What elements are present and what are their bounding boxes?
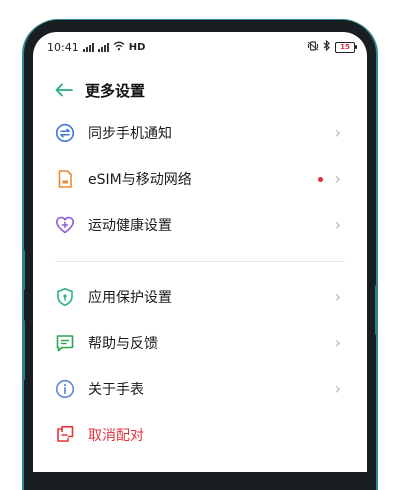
chevron-right-icon: ›: [334, 379, 341, 398]
heart-plus-icon: [55, 215, 75, 235]
chevron-right-icon: ›: [334, 215, 341, 234]
sim-card-icon: [55, 169, 75, 189]
wifi-icon: [113, 41, 125, 54]
signal-icon: [97, 42, 109, 52]
unpair-icon: [55, 425, 75, 445]
settings-item-label: 应用保护设置: [88, 290, 172, 306]
shield-icon: [55, 287, 75, 307]
status-bar: 10:41 HD 15: [47, 39, 357, 55]
notification-badge: [318, 176, 323, 182]
side-button: [22, 320, 25, 380]
bluetooth-icon: [323, 39, 331, 54]
sync-icon: [55, 123, 75, 143]
settings-item-sync-notifications[interactable]: 同步手机通知 ›: [33, 110, 367, 156]
vibrate-icon: [307, 40, 319, 54]
status-time: 10:41: [47, 40, 79, 54]
settings-item-esim[interactable]: eSIM与移动网络 ›: [33, 156, 367, 202]
screen: 10:41 HD 15 更多设置 同步手机通知 › eSIM与移动网络 › 运动…: [33, 32, 367, 472]
feedback-icon: [55, 333, 75, 353]
network-label: HD: [128, 41, 146, 53]
settings-item-label: 运动健康设置: [88, 218, 172, 234]
arrow-left-icon[interactable]: [55, 80, 73, 100]
chevron-right-icon: ›: [334, 287, 341, 306]
chevron-right-icon: ›: [334, 169, 341, 188]
settings-item-unpair[interactable]: 取消配对: [33, 412, 367, 458]
settings-item-app-protection[interactable]: 应用保护设置 ›: [33, 274, 367, 320]
page-header: 更多设置: [55, 78, 145, 102]
settings-item-label: 同步手机通知: [88, 126, 172, 142]
chevron-right-icon: ›: [334, 333, 341, 352]
settings-item-help-feedback[interactable]: 帮助与反馈 ›: [33, 320, 367, 366]
settings-item-label: 关于手表: [88, 382, 144, 398]
settings-item-label: 取消配对: [88, 428, 144, 444]
section-divider: [55, 261, 345, 262]
settings-item-label: eSIM与移动网络: [88, 172, 192, 188]
info-icon: [55, 379, 75, 399]
settings-item-about-watch[interactable]: 关于手表 ›: [33, 366, 367, 412]
settings-item-health[interactable]: 运动健康设置 ›: [33, 202, 367, 248]
battery-icon: 15: [335, 41, 357, 53]
page-title: 更多设置: [85, 81, 146, 100]
settings-item-label: 帮助与反馈: [88, 336, 158, 352]
side-button: [22, 250, 25, 290]
signal-icon: [82, 42, 94, 52]
chevron-right-icon: ›: [334, 123, 341, 142]
side-button: [375, 285, 378, 335]
battery-level: 15: [340, 42, 350, 51]
